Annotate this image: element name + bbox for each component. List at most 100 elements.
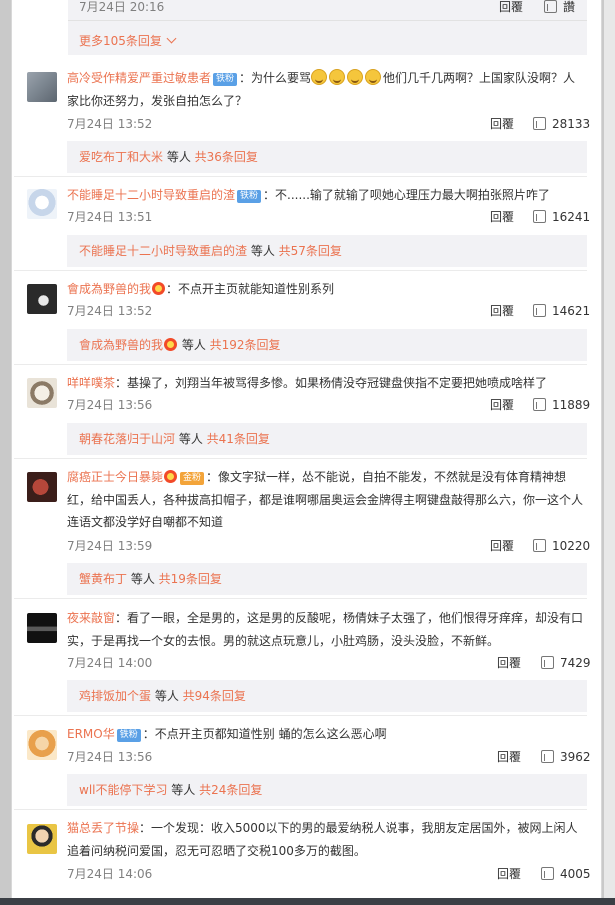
comment-time: 7月24日 13:59 [67, 539, 153, 553]
comment-time: 7月24日 14:00 [67, 656, 153, 670]
comment-body: ：一个发现：收入5000以下的男的最爱纳税人说事，我朋友定居国外，被网上闲人追着… [67, 821, 578, 858]
reply-count[interactable]: 共24条回复 [199, 783, 262, 797]
reply-button[interactable]: 回覆 [497, 750, 521, 764]
avatar[interactable] [27, 189, 57, 219]
reply-count[interactable]: 共41条回复 [207, 432, 270, 446]
avatar[interactable] [27, 72, 57, 102]
reply-button[interactable]: 回覆 [490, 539, 514, 553]
reply-button[interactable]: 回覆 [490, 117, 514, 131]
username[interactable]: 猫总丢了节操 [67, 821, 139, 835]
username[interactable]: 高冷受作精爱严重过敏患者 [67, 71, 211, 85]
comment-body: ：不点开主页就能知道性别系列 [166, 282, 335, 296]
scrollbar[interactable] [604, 0, 615, 898]
reply-user[interactable]: 會成為野兽的我 [79, 338, 163, 352]
comment-body: ：看了一眼，全是男的，这是男的反酸呢，杨倩妹子太强了，他们恨得牙痒痒，却没有口实… [67, 611, 584, 648]
like-button[interactable]: 16241 [533, 210, 590, 224]
doge-emoji-icon [329, 69, 346, 85]
comment-text: 高冷受作精爱严重过敏患者 铁粉 ：为什么要骂 他们几千几两啊？上国家队没啊？人家比你还… [67, 67, 587, 112]
doge-emoji-icon [311, 69, 328, 85]
username[interactable]: 夜来敲窗 [67, 611, 115, 625]
like-button[interactable]: 4005 [541, 867, 591, 881]
comment-text: ERMO华 铁粉 ：不点开主页都知道性别 蛹的怎么这么恶心啊 [67, 723, 587, 746]
chevron-down-icon [166, 33, 177, 44]
reply-count[interactable]: 共57条回复 [279, 244, 342, 258]
thumb-up-icon [544, 0, 557, 13]
comment-text: 咩咩噗茶：基操了，刘翔当年被骂得多惨。如果杨倩没夺冠键盘侠指不定要把她喷成啥样了 [67, 372, 587, 395]
thumb-up-icon [541, 867, 554, 880]
username[interactable]: 咩咩噗茶 [67, 376, 115, 390]
divider [68, 20, 587, 21]
comment-time: 7月24日 20:16 [79, 0, 165, 14]
thumb-up-icon [533, 539, 546, 552]
like-count: 16241 [552, 210, 591, 224]
reply-user[interactable]: 不能睡足十二小时导致重启的渣 [79, 244, 247, 258]
doge-emoji-icon [365, 69, 382, 85]
reply-count[interactable]: 共19条回复 [159, 572, 222, 586]
reply-button[interactable]: 回覆 [490, 210, 514, 224]
reply-summary[interactable]: 朝春花落归于山河 等人 共41条回复 [67, 423, 587, 455]
username[interactable]: 不能睡足十二小时导致重启的渣 [67, 188, 235, 202]
reply-summary[interactable]: 不能睡足十二小时导致重启的渣 等人 共57条回复 [67, 235, 587, 267]
reply-user[interactable]: wll不能停下学习 [79, 783, 167, 797]
reply-button[interactable]: 回覆 [490, 398, 514, 412]
username[interactable]: ERMO华 [67, 727, 115, 741]
reply-button[interactable]: 回覆 [499, 0, 523, 14]
reply-button[interactable]: 回覆 [497, 656, 521, 670]
reply-count[interactable]: 共36条回复 [195, 150, 258, 164]
thumb-up-icon [541, 750, 554, 763]
like-button[interactable]: 讚 [544, 0, 575, 14]
like-button[interactable]: 7429 [541, 656, 591, 670]
avatar[interactable] [27, 824, 57, 854]
avatar[interactable] [27, 613, 57, 643]
reply-user[interactable]: 爱吃布丁和大米 [79, 150, 163, 164]
more-replies-link[interactable]: 更多105条回复 [79, 33, 177, 49]
thumb-up-icon [533, 304, 546, 317]
comment-time: 7月24日 13:52 [67, 117, 153, 131]
reply-summary[interactable]: 爱吃布丁和大米 等人 共36条回复 [67, 141, 587, 173]
divider [14, 598, 587, 599]
reply-mid: 等人 [163, 150, 195, 164]
reply-user[interactable]: 朝春花落归于山河 [79, 432, 175, 446]
reply-summary[interactable]: 會成為野兽的我 等人 共192条回复 [67, 329, 587, 361]
avatar[interactable] [27, 730, 57, 760]
avatar[interactable] [27, 284, 57, 314]
more-replies-label: 更多105条回复 [79, 34, 162, 48]
thumb-up-icon [533, 117, 546, 130]
like-label: 讚 [563, 0, 576, 14]
like-button[interactable]: 3962 [541, 750, 591, 764]
avatar[interactable] [27, 378, 57, 408]
fan-badge: 铁粉 [237, 190, 262, 203]
like-count: 4005 [560, 867, 591, 881]
reply-mid: 等人 [175, 432, 207, 446]
avatar[interactable] [27, 472, 57, 502]
like-button[interactable]: 14621 [533, 304, 590, 318]
username[interactable]: 腐癌正士今日暴毙 [67, 470, 163, 484]
comment-text: 夜来敲窗：看了一眼，全是男的，这是男的反酸呢，杨倩妹子太强了，他们恨得牙痒痒，却… [67, 607, 587, 652]
reply-summary[interactable]: 鸡排饭加个蛋 等人 共94条回复 [67, 680, 587, 712]
reply-summary[interactable]: 蟹黄布丁 等人 共19条回复 [67, 563, 587, 595]
thumb-up-icon [533, 398, 546, 411]
fan-badge: 铁粉 [116, 729, 141, 742]
reply-user[interactable]: 蟹黄布丁 [79, 572, 127, 586]
username[interactable]: 會成為野兽的我 [67, 282, 151, 296]
doge-emoji-icon [347, 69, 364, 85]
reply-count[interactable]: 共192条回复 [210, 338, 281, 352]
medal-icon [164, 470, 178, 483]
comment-body: ：不点开主页都知道性别 蛹的怎么这么恶心啊 [142, 727, 387, 741]
reply-mid: 等人 [167, 783, 200, 797]
comment-text: 腐癌正士今日暴毙 金粉 ：像文字狱一样，怂不能说，自拍不能发，不然就是没有体育精神想… [67, 466, 587, 534]
like-count: 3962 [560, 750, 591, 764]
like-button[interactable]: 28133 [533, 117, 590, 131]
reply-button[interactable]: 回覆 [497, 867, 521, 881]
reply-button[interactable]: 回覆 [490, 304, 514, 318]
comment-body: ：不......输了就输了呗她心理压力最大啊拍张照片咋了 [263, 188, 550, 202]
like-button[interactable]: 11889 [533, 398, 590, 412]
like-button[interactable]: 10220 [533, 539, 590, 553]
thumb-up-icon [541, 656, 554, 669]
comment-body: ：为什么要骂 [239, 71, 312, 85]
reply-count[interactable]: 共94条回复 [183, 689, 246, 703]
reply-user[interactable]: 鸡排饭加个蛋 [79, 689, 151, 703]
reply-summary[interactable]: wll不能停下学习 等人 共24条回复 [67, 774, 587, 806]
comment-time: 7月24日 14:06 [67, 867, 153, 881]
comment-time: 7月24日 13:56 [67, 750, 153, 764]
